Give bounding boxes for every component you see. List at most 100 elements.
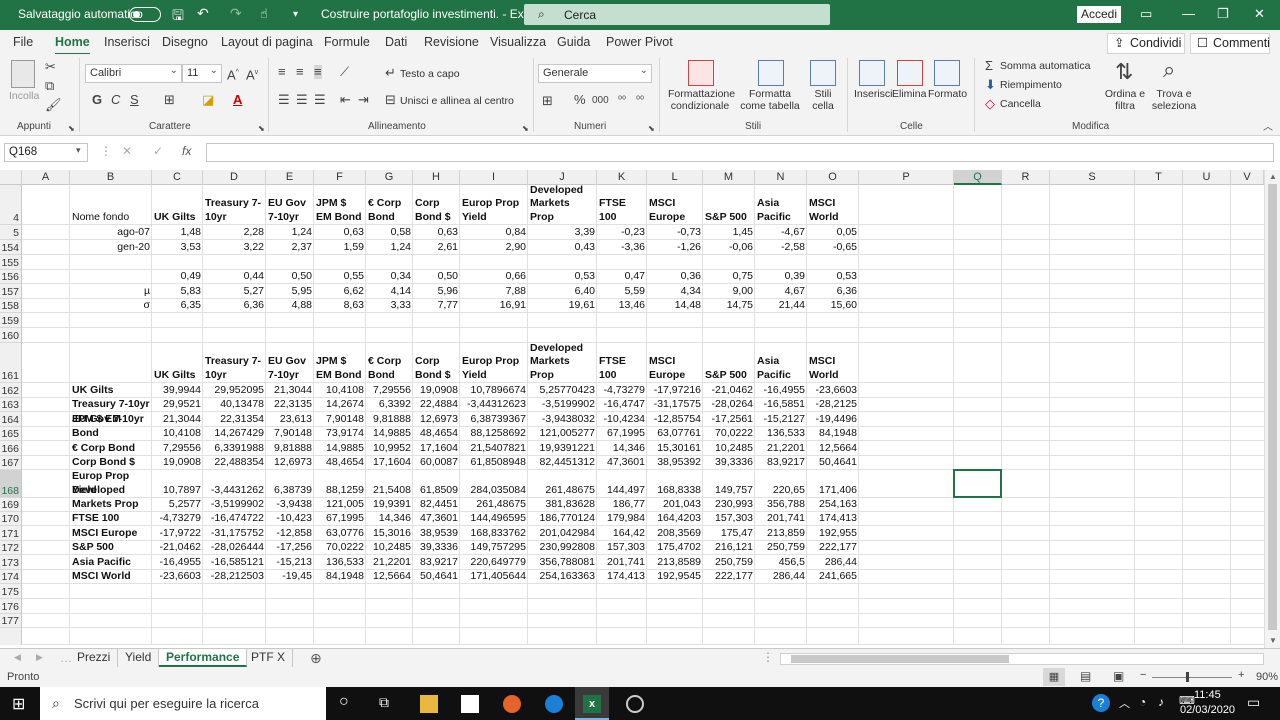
matrix-value-cell[interactable]: 208,3569 [649, 526, 701, 540]
align-top-icon[interactable]: ≡ [278, 65, 286, 79]
matrix-value-cell[interactable]: -3,44312623 [462, 398, 526, 411]
matrix-value-cell[interactable]: 157,303 [599, 541, 645, 554]
italic-button[interactable]: C [111, 93, 120, 107]
value-cell[interactable]: 0,53 [530, 270, 595, 283]
matrix-value-cell[interactable]: 47,3601 [599, 456, 645, 469]
horizontal-scrollbar[interactable] [780, 653, 1264, 665]
matrix-value-cell[interactable]: 10,7897 [154, 470, 201, 497]
matrix-value-cell[interactable]: 201,741 [599, 555, 645, 569]
matrix-value-cell[interactable]: -15,2127 [757, 412, 805, 426]
matrix-value-cell[interactable]: 84,1948 [316, 570, 364, 583]
value-cell[interactable]: 14,75 [705, 299, 753, 312]
matrix-value-cell[interactable]: 82,4451312 [530, 456, 595, 469]
matrix-value-cell[interactable]: 73,9174 [316, 427, 364, 440]
matrix-value-cell[interactable]: 5,2577 [154, 498, 201, 511]
column-header-q[interactable]: Q [954, 170, 1002, 185]
percent-icon[interactable]: % [574, 93, 586, 107]
matrix-value-cell[interactable]: 381,83628 [530, 498, 595, 511]
column-header-n[interactable]: N [755, 170, 807, 185]
matrix-value-cell[interactable]: 164,4203 [649, 512, 701, 525]
header-cell[interactable]: MSCI World [809, 185, 857, 224]
tab-page-layout[interactable]: Layout di pagina [221, 35, 313, 49]
accounting-format-icon[interactable]: ⊞ [542, 94, 553, 108]
value-cell[interactable]: 6,62 [316, 284, 364, 298]
matrix-value-cell[interactable]: 241,665 [809, 570, 857, 583]
sheet-tab-performance[interactable]: Performance [159, 649, 248, 667]
value-cell[interactable]: 3,39 [530, 225, 595, 239]
zoom-slider-thumb[interactable] [1186, 672, 1189, 682]
next-sheet-icon[interactable]: ▶ [36, 652, 43, 663]
matrix-value-cell[interactable]: 456,5 [757, 555, 805, 569]
matrix-value-cell[interactable]: 19,9391221 [530, 441, 595, 455]
add-sheet-icon[interactable]: ⊕ [310, 650, 322, 667]
matrix-value-cell[interactable]: 10,2485 [368, 541, 411, 554]
matrix-value-cell[interactable]: 21,2201 [368, 555, 411, 569]
value-cell[interactable]: 13,46 [599, 299, 645, 312]
page-layout-view-icon[interactable]: ▤ [1080, 669, 1091, 683]
value-cell[interactable]: 1,48 [154, 225, 201, 239]
tab-help[interactable]: Guida [557, 35, 590, 49]
matrix-value-cell[interactable]: 213,8589 [649, 555, 701, 569]
matrix-value-cell[interactable]: 7,90148 [268, 427, 312, 440]
matrix-value-cell[interactable]: 70,0222 [705, 427, 753, 440]
row-header-161[interactable]: 161 [0, 343, 21, 383]
matrix-header-cell[interactable]: S&P 500 [705, 343, 753, 382]
value-cell[interactable]: 0,58 [368, 225, 411, 239]
vertical-scrollbar[interactable]: ▲ ▼ [1264, 170, 1280, 650]
decrease-decimal-icon[interactable]: ⁰⁰ [636, 94, 644, 108]
matrix-value-cell[interactable]: 47,3601 [415, 512, 458, 525]
sort-filter-label[interactable]: Ordina e filtra [1103, 88, 1147, 112]
scroll-up-icon[interactable]: ▲ [1269, 172, 1277, 181]
value-cell[interactable]: 2,61 [415, 240, 458, 254]
format-painter-icon[interactable]: 🖌 [45, 98, 62, 112]
value-cell[interactable]: 3,33 [368, 299, 411, 312]
column-header-a[interactable]: A [22, 170, 70, 185]
value-cell[interactable]: 2,90 [462, 240, 526, 254]
matrix-value-cell[interactable]: 10,9952 [368, 441, 411, 455]
matrix-value-cell[interactable]: 7,29556 [154, 441, 201, 455]
value-cell[interactable]: 21,44 [757, 299, 805, 312]
edge-icon[interactable] [545, 695, 563, 713]
matrix-value-cell[interactable]: 60,0087 [415, 456, 458, 469]
find-select-label[interactable]: Trova e seleziona [1148, 88, 1200, 112]
matrix-value-cell[interactable]: 7,29556 [368, 383, 411, 397]
matrix-value-cell[interactable]: 14,9885 [368, 427, 411, 440]
row-header-154[interactable]: 154 [0, 240, 21, 255]
confirm-entry-icon[interactable]: ✓ [153, 144, 163, 158]
value-cell[interactable]: 14,48 [649, 299, 701, 312]
matrix-value-cell[interactable]: 216,121 [705, 541, 753, 554]
matrix-value-cell[interactable]: 88,1258692 [462, 427, 526, 440]
value-cell[interactable]: 0,50 [268, 270, 312, 283]
matrix-value-cell[interactable]: 17,1604 [368, 456, 411, 469]
undo-icon[interactable]: ↶ [197, 5, 209, 22]
matrix-value-cell[interactable]: 14,2674 [316, 398, 364, 411]
matrix-value-cell[interactable]: -16,5851 [757, 398, 805, 411]
scroll-down-icon[interactable]: ▼ [1269, 636, 1277, 645]
matrix-value-cell[interactable]: 82,4451 [415, 498, 458, 511]
matrix-value-cell[interactable]: 39,3336 [415, 541, 458, 554]
matrix-value-cell[interactable]: 261,48675 [530, 470, 595, 497]
header-nome-fondo[interactable]: Nome fondo [72, 185, 150, 224]
value-cell[interactable]: 0,66 [462, 270, 526, 283]
row-header-160[interactable]: 160 [0, 328, 21, 343]
row-header-158[interactable]: 158 [0, 299, 21, 313]
matrix-row-label[interactable]: FTSE 100 [72, 512, 150, 525]
matrix-value-cell[interactable]: 230,993 [705, 498, 753, 511]
matrix-value-cell[interactable]: 21,3044 [154, 412, 201, 426]
row-header-157[interactable]: 157 [0, 284, 21, 299]
show-hidden-icons[interactable]: ︿ [1119, 695, 1130, 711]
matrix-value-cell[interactable]: 14,346 [599, 441, 645, 455]
matrix-header-cell[interactable]: EU Gov 7-10yr [268, 343, 312, 382]
matrix-value-cell[interactable]: 67,1995 [599, 427, 645, 440]
store-icon[interactable] [461, 695, 479, 713]
matrix-value-cell[interactable]: 22,31354 [205, 412, 264, 426]
matrix-value-cell[interactable]: 61,8508948 [462, 456, 526, 469]
cancel-entry-icon[interactable]: ✕ [122, 144, 132, 158]
matrix-value-cell[interactable]: 10,4108 [316, 383, 364, 397]
matrix-value-cell[interactable]: 213,859 [757, 526, 805, 540]
row-header-163[interactable]: 163 [0, 398, 21, 412]
matrix-value-cell[interactable]: -23,6603 [154, 570, 201, 583]
matrix-value-cell[interactable]: 174,413 [809, 512, 857, 525]
matrix-value-cell[interactable]: 144,496595 [462, 512, 526, 525]
column-header-u[interactable]: U [1183, 170, 1231, 185]
